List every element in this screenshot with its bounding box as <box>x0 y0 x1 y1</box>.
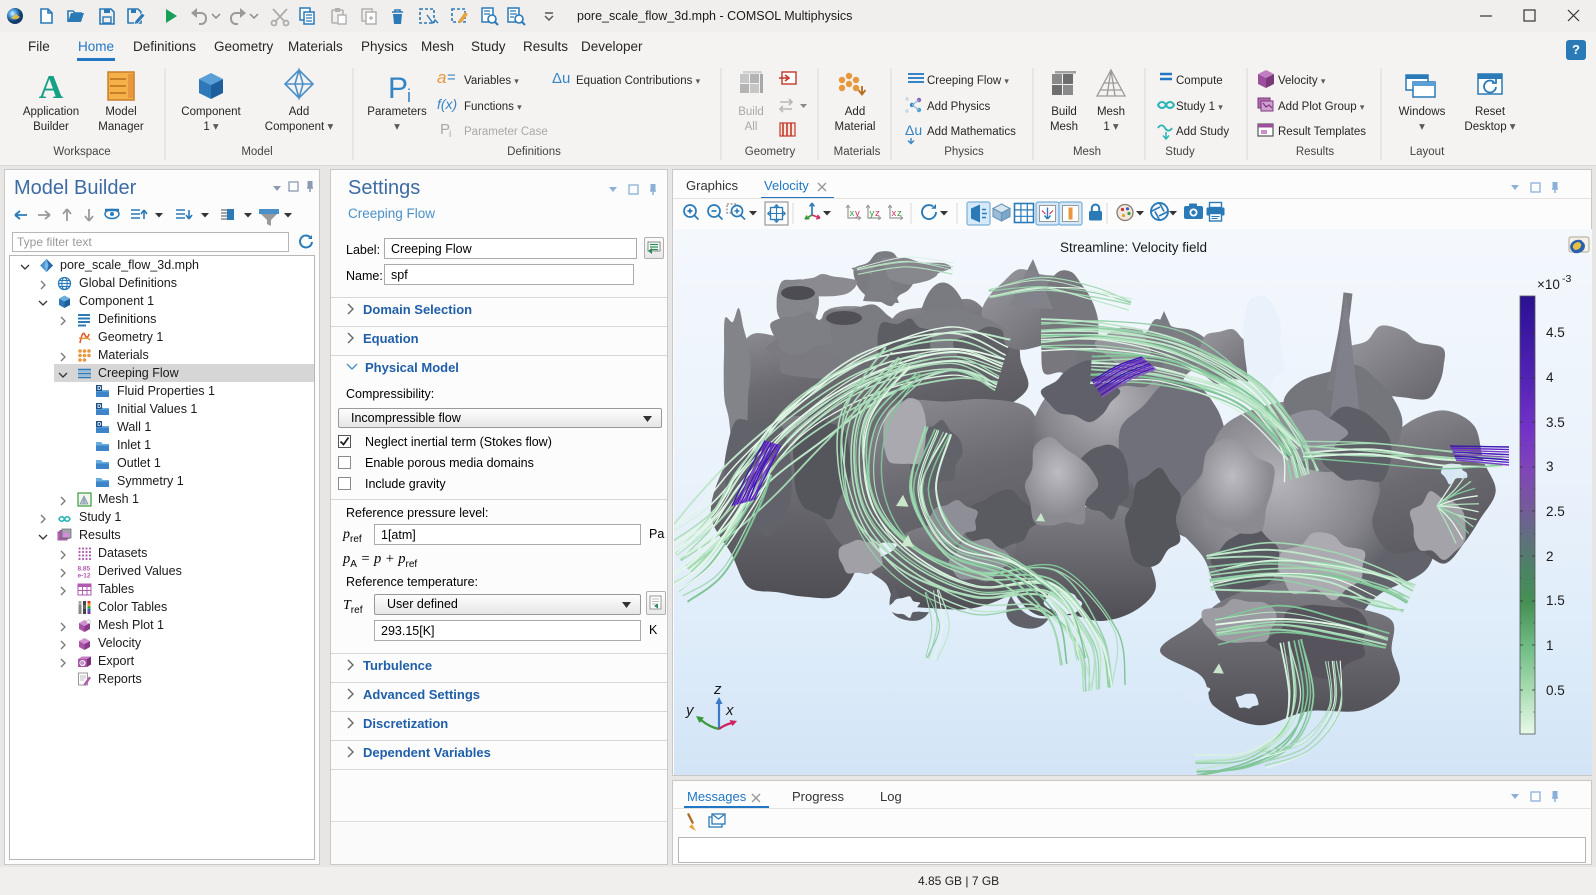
svg-text:z: z <box>875 208 880 219</box>
svg-text:y: y <box>855 208 860 219</box>
svg-text:3.5: 3.5 <box>1546 415 1565 430</box>
svg-text:y: y <box>685 702 695 719</box>
svg-text:x: x <box>850 208 855 219</box>
svg-text:y: y <box>870 208 875 219</box>
svg-text:z: z <box>713 681 722 698</box>
svg-text:3: 3 <box>1546 459 1554 474</box>
svg-text:z: z <box>897 208 902 219</box>
svg-text:4.5: 4.5 <box>1546 325 1565 340</box>
svg-text:P: P <box>388 72 408 105</box>
svg-text:0.5: 0.5 <box>1546 683 1565 698</box>
svg-text:a: a <box>437 68 446 87</box>
svg-text:=: = <box>447 69 456 86</box>
svg-text:4: 4 <box>1546 370 1554 385</box>
svg-text:2.5: 2.5 <box>1546 504 1565 519</box>
svg-text:1.5: 1.5 <box>1546 593 1565 608</box>
svg-text:2: 2 <box>1546 549 1554 564</box>
svg-text:x: x <box>725 702 734 719</box>
svg-text:x: x <box>892 208 897 219</box>
svg-text:i: i <box>407 86 411 106</box>
svg-text:×10: ×10 <box>1537 277 1560 292</box>
svg-text:1: 1 <box>1546 638 1554 653</box>
svg-text:Δu: Δu <box>552 70 570 87</box>
svg-text:-3: -3 <box>1562 273 1571 285</box>
svg-text:A: A <box>39 69 64 106</box>
